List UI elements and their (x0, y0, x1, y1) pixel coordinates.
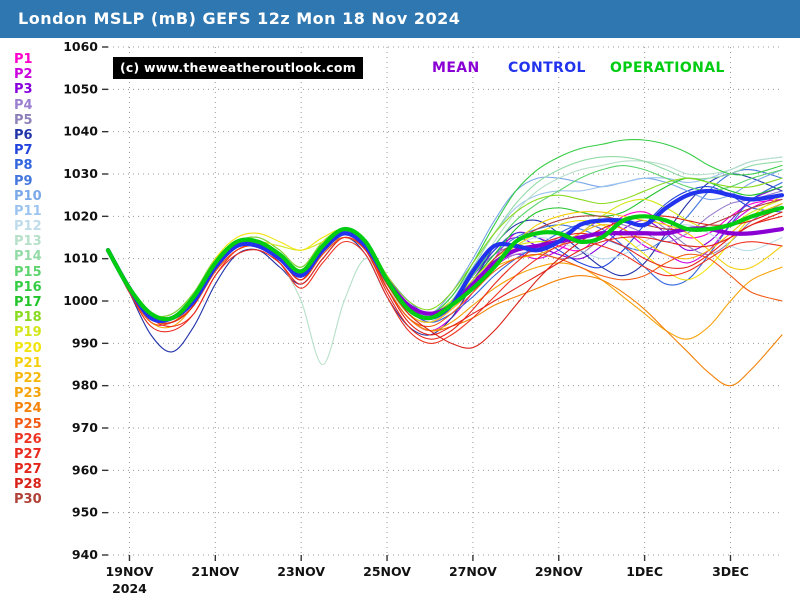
y-tick-label: 940 (72, 547, 98, 562)
y-tick-label: 990 (72, 335, 98, 350)
x-tick-label: 23NOV (277, 564, 325, 579)
series-line-member (107, 169, 783, 318)
y-axis-labels: 940 950 960 970 980 990 1000 1010 1020 1030 1040 10… (63, 39, 98, 562)
y-tick-label: 960 (72, 462, 98, 477)
page-title: London MSLP (mB) GEFS 12z Mon 18 Nov 202… (18, 9, 461, 28)
series-line-member (107, 198, 783, 322)
y-tick-label: 1060 (63, 39, 98, 54)
mslp-ensemble-chart: 940 950 960 970 980 990 1000 1010 1020 1030 1040 10… (63, 39, 785, 596)
series-line-member (107, 186, 783, 324)
legend-mean: MEAN (432, 60, 480, 76)
series-line-member (107, 198, 783, 322)
y-tick-label: 1050 (63, 81, 98, 96)
title-bar: London MSLP (mB) GEFS 12z Mon 18 Nov 202… (0, 0, 800, 38)
series-lines (105, 139, 785, 387)
axis-ticks (102, 46, 732, 561)
y-tick-label: 980 (72, 378, 98, 393)
series-line-operational (105, 205, 785, 322)
y-tick-label: 970 (72, 420, 98, 435)
x-tick-label: 19NOV (106, 564, 154, 579)
x-tick-label: 3DEC (712, 564, 749, 579)
x-tick-label: 1DEC (626, 564, 663, 579)
y-tick-label: 950 (72, 505, 98, 520)
x-axis-labels: 19NOV 2024 21NOV 23NOV 25NOV 27NOV 29NOV 1DEC 3D… (106, 564, 749, 596)
y-tick-label: 1020 (63, 208, 98, 223)
y-tick-label: 1030 (63, 166, 98, 181)
legend-control: CONTROL (508, 60, 586, 76)
legend-operational: OPERATIONAL (610, 60, 725, 76)
weather-chart-page: London MSLP (mB) GEFS 12z Mon 18 Nov 202… (0, 0, 800, 600)
series-line-member (107, 203, 783, 324)
x-tick-label: 29NOV (535, 564, 583, 579)
y-tick-label: 1040 (63, 124, 98, 139)
y-tick-label: 1000 (63, 293, 98, 308)
copyright-badge: (c) www.theweatheroutlook.com (113, 57, 363, 79)
series-line-member (107, 164, 783, 322)
plot-area: 940 950 960 970 980 990 1000 1010 1020 1030 1040 10… (0, 38, 800, 600)
x-tick-sublabel: 2024 (112, 581, 147, 596)
x-tick-label: 27NOV (449, 564, 497, 579)
y-tick-label: 1010 (63, 251, 98, 266)
x-tick-label: 25NOV (363, 564, 411, 579)
x-tick-label: 21NOV (191, 564, 239, 579)
